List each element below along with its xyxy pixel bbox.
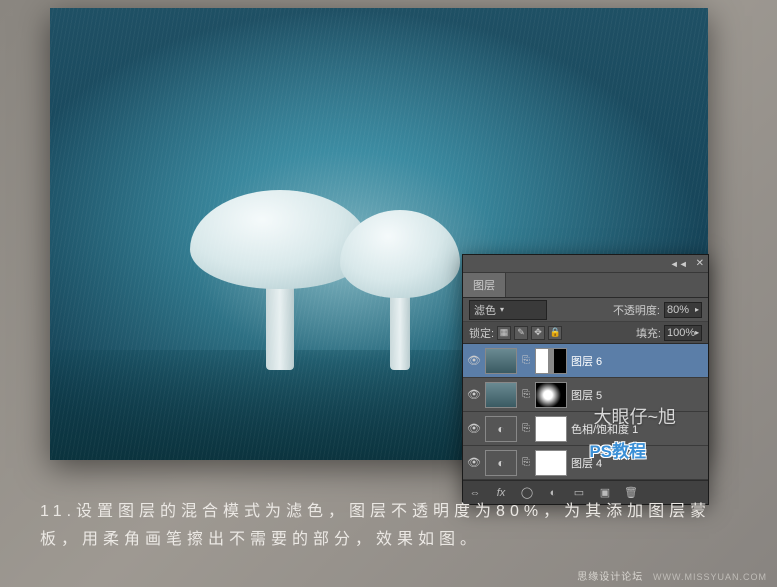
link-icon[interactable]: ⎘ [521, 389, 531, 400]
watermark-text-1: 大眼仔~旭 [593, 403, 676, 429]
footer-credit: 思缘设计论坛 WWW.MISSYUAN.COM [577, 568, 767, 583]
link-icon[interactable]: ⎘ [521, 355, 531, 366]
lock-row: 锁定: ▦ ✎ ✥ 🔒 填充: 100% [463, 322, 708, 344]
link-icon[interactable]: ⎘ [521, 423, 531, 434]
mask-thumb[interactable] [535, 416, 567, 442]
panel-menu-icon[interactable]: ✕ [696, 258, 704, 269]
lock-all-icon[interactable]: 🔒 [548, 326, 562, 340]
panel-tabs: 图层 [463, 273, 708, 298]
adjustment-thumb[interactable]: ◐ [485, 450, 517, 476]
footer-brand: 思缘设计论坛 [577, 572, 643, 583]
link-icon[interactable]: ⎘ [521, 457, 531, 468]
blend-mode-select[interactable]: 滤色 [469, 300, 547, 320]
visibility-icon[interactable]: 👁 [467, 354, 481, 367]
lock-transparency-icon[interactable]: ▦ [497, 326, 511, 340]
mask-thumb[interactable] [535, 382, 567, 408]
fill-label: 填充: [636, 325, 661, 341]
visibility-icon[interactable]: 👁 [467, 388, 481, 401]
visibility-icon[interactable]: 👁 [467, 422, 481, 435]
lock-label: 锁定: [469, 325, 494, 341]
tab-layers[interactable]: 图层 [463, 273, 506, 297]
layer-thumb[interactable] [485, 382, 517, 408]
blend-row: 滤色 不透明度: 80% [463, 298, 708, 322]
layers-panel: ◄◄ ✕ 图层 滤色 不透明度: 80% 锁定: ▦ ✎ ✥ 🔒 填充: 100… [462, 254, 709, 505]
opacity-input[interactable]: 80% [664, 302, 702, 318]
footer-url: WWW.MISSYUAN.COM [653, 572, 767, 582]
opacity-label: 不透明度: [613, 302, 660, 318]
adjustment-thumb[interactable]: ◐ [485, 416, 517, 442]
step-caption: 11.设置图层的混合模式为滤色，图层不透明度为80%，为其添加图层蒙板，用柔角画… [40, 498, 737, 554]
lock-position-icon[interactable]: ✥ [531, 326, 545, 340]
panel-collapse-icon[interactable]: ◄◄ [670, 259, 688, 269]
layer-name[interactable]: 图层 6 [571, 353, 602, 369]
lock-pixels-icon[interactable]: ✎ [514, 326, 528, 340]
layer-row[interactable]: 👁 ⎘ 图层 6 [463, 344, 708, 378]
mask-thumb[interactable] [535, 348, 567, 374]
visibility-icon[interactable]: 👁 [467, 456, 481, 469]
panel-header: ◄◄ ✕ [463, 255, 708, 273]
fill-input[interactable]: 100% [664, 325, 702, 341]
watermark-text-2: PS教程 [589, 437, 646, 462]
layer-thumb[interactable] [485, 348, 517, 374]
mask-thumb[interactable] [535, 450, 567, 476]
layer-row[interactable]: 👁 ◐ ⎘ 图层 4 [463, 446, 708, 480]
layer-name[interactable]: 图层 5 [571, 387, 602, 403]
